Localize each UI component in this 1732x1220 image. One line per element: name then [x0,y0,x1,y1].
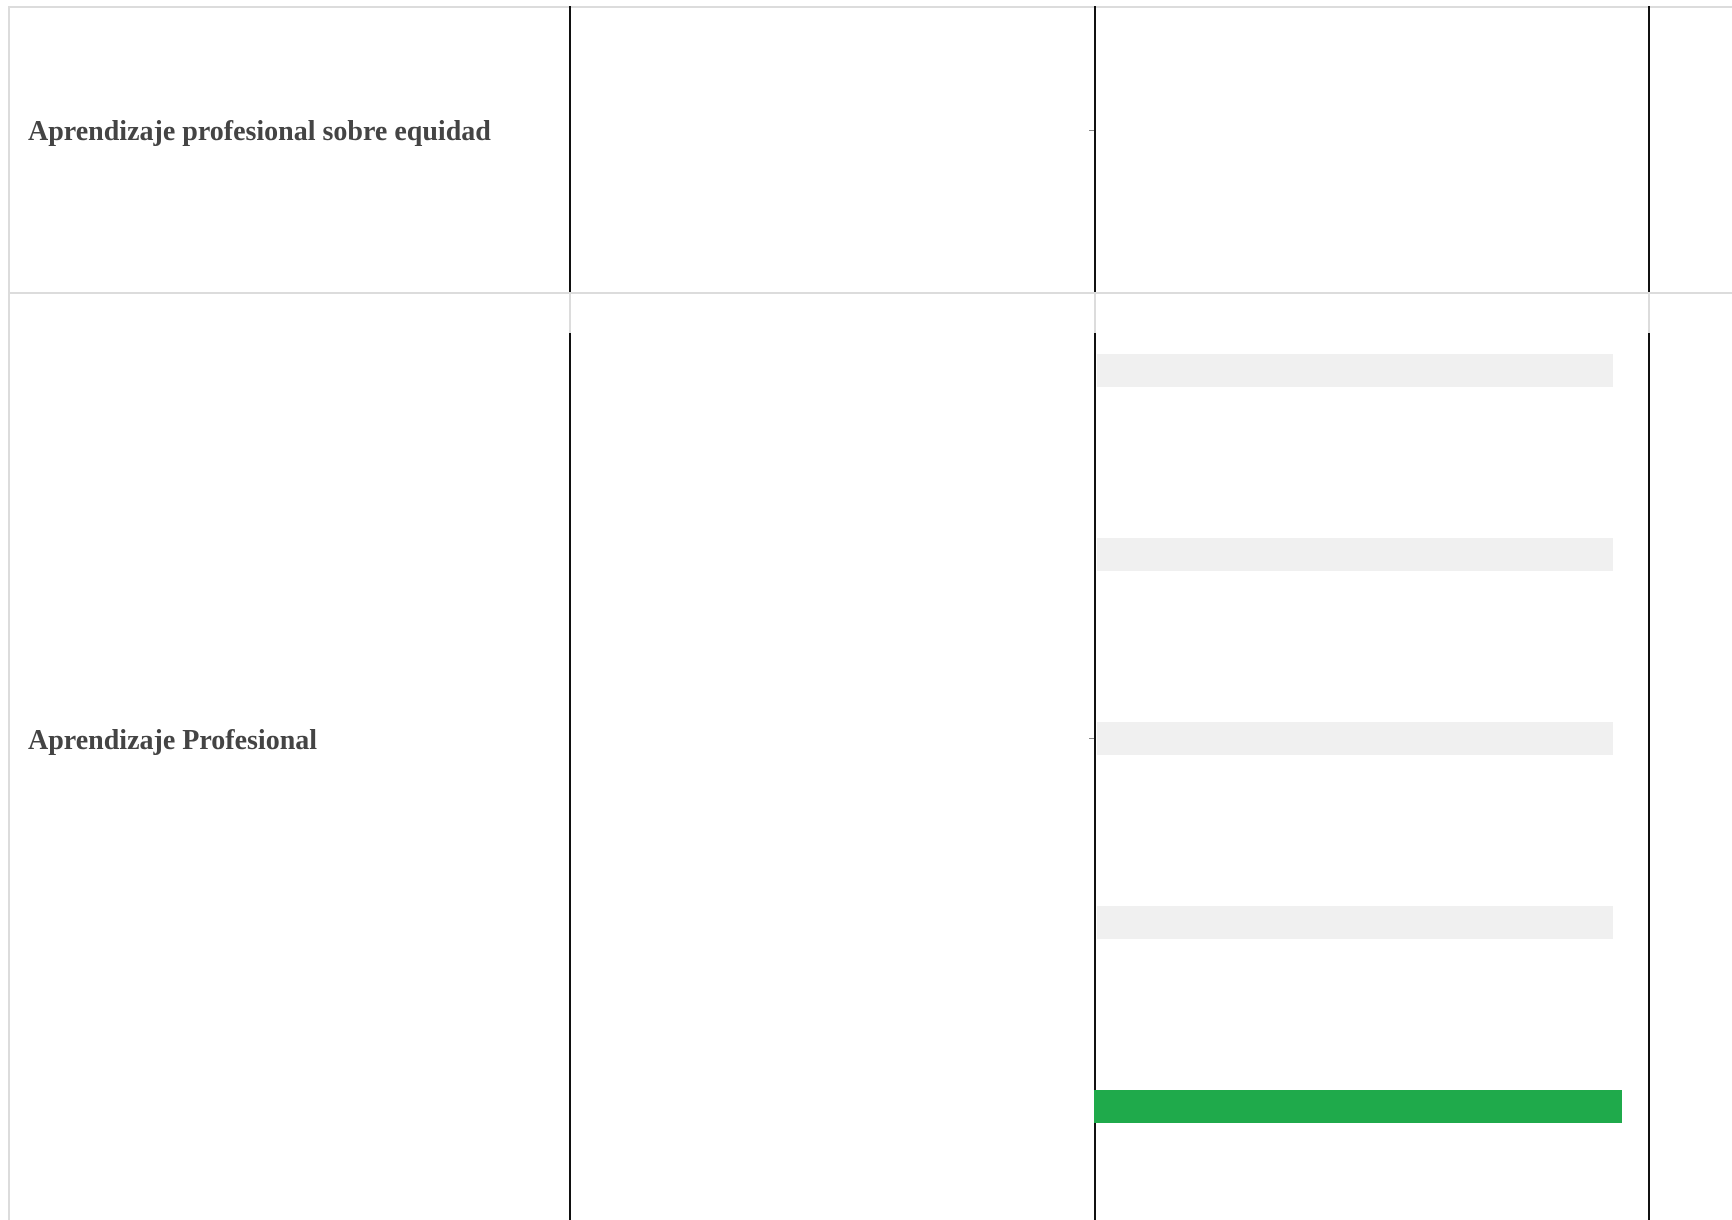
column-rule-3 [1648,333,1650,1220]
column-rule-2 [1094,333,1096,1220]
row-tick [1089,130,1094,131]
progress-bar [1097,722,1613,755]
data-table: Aprendizaje profesional sobre equidad Ap… [0,0,1732,1220]
column-rule-1 [569,333,571,1220]
table-top-border [8,6,1732,8]
progress-bar [1097,906,1613,939]
column-rule-1 [569,6,571,292]
column-rule-gap [569,294,571,333]
column-rule-3 [1648,6,1650,292]
column-rule-gap [1094,294,1096,333]
row-divider [8,292,1732,294]
column-rule-2 [1094,6,1096,292]
row-label: Aprendizaje profesional sobre equidad [28,116,491,147]
progress-bar [1097,538,1613,571]
column-rule-gap [1648,294,1650,333]
row-label: Aprendizaje Profesional [28,725,318,756]
progress-bar [1097,354,1613,387]
progress-bar [1094,1090,1622,1123]
row-tick [1089,738,1094,739]
table-left-border [8,6,10,1220]
progress-bar-fill [1094,1090,1622,1123]
